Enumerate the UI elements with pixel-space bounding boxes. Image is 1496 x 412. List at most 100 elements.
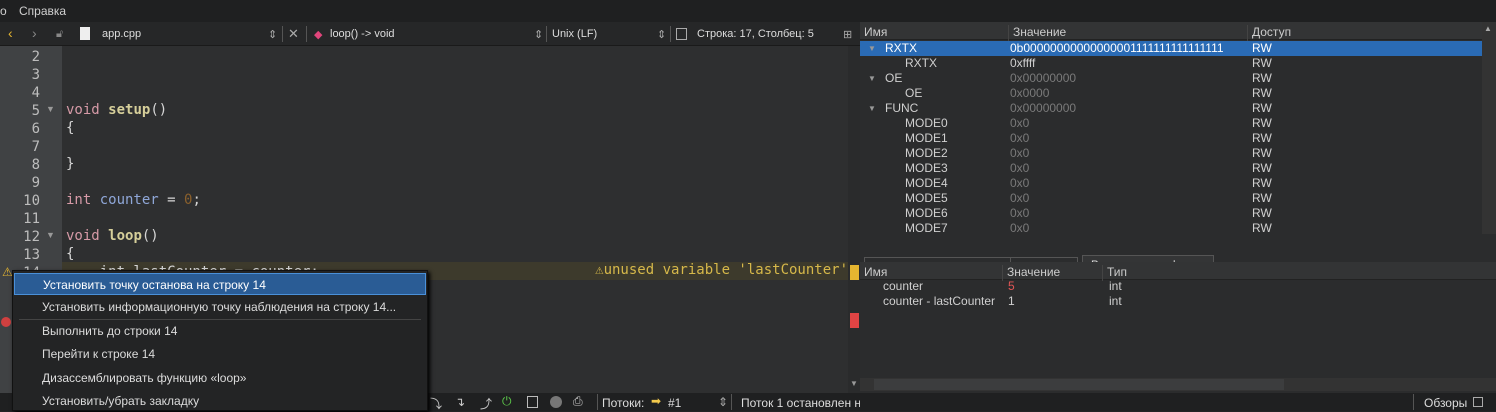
code-line-13: { [66,246,75,262]
function-icon: ◆ [314,29,323,41]
register-name: MODE3 [905,161,948,175]
views-button[interactable]: Обзоры [1424,396,1467,410]
updown-icon[interactable]: ⇕ [718,395,728,409]
line-number: 13 [23,247,40,263]
register-row[interactable]: MODE1 0x0 RW [860,131,1482,146]
updown-icon[interactable]: ⇕ [657,28,666,41]
register-value[interactable]: 0x0 [1010,221,1029,235]
warning-icon: ⚠ [595,262,604,278]
line-ending-selector[interactable]: Unix (LF) [552,28,597,40]
expand-icon[interactable]: ▼ [868,41,876,56]
restart-icon[interactable]: ⏻ [502,394,512,409]
expand-icon[interactable]: ▼ [868,71,876,86]
back-icon[interactable]: ‹ [8,25,13,41]
register-value[interactable]: 0x0 [1010,206,1029,221]
warning-text: unused variable 'lastCounter' [603,262,848,278]
registers-scrollbar[interactable]: ▲ [1482,22,1496,234]
register-name: RXTX [885,41,918,55]
register-access: RW [1252,206,1272,220]
register-row[interactable]: ▼ OE 0x00000000 RW [860,71,1482,86]
register-value[interactable]: 0x00000000 [1010,71,1076,86]
registers-header: Имя Значение Доступ [860,22,1482,41]
menu-item-disassemble[interactable]: Дизассемблировать функцию «loop» [14,367,426,389]
dropdown-icon[interactable] [1473,397,1483,407]
menu-item-set-tracepoint[interactable]: Установить информационную точку наблюден… [14,296,426,318]
register-name: MODE4 [905,176,948,190]
register-value[interactable]: 0x0 [1010,116,1029,131]
register-name: MODE2 [905,146,948,160]
snapshot-icon[interactable]: ⎙ [573,394,583,409]
register-value[interactable]: 0xffff [1010,56,1035,71]
cursor-position[interactable]: Строка: 17, Столбец: 5 [697,28,814,40]
register-value[interactable]: 0x0000 [1010,86,1049,101]
function-selector[interactable]: loop() -> void [330,28,395,40]
code-line-12: void loop() [66,228,159,244]
peripheral-registers-tree[interactable]: ▼ RXTX 0b00000000000000001111111111111111 R… [860,41,1482,235]
register-row[interactable]: MODE2 0x0 RW [860,146,1482,161]
editor-scrollbar[interactable]: ▼ [848,46,860,393]
line-number: 11 [23,211,40,227]
step-over-icon[interactable]: ⤵ [430,395,442,412]
menu-item-help[interactable]: Справка [19,4,66,18]
menu-item-jump-to-line[interactable]: Перейти к строке 14 [14,343,426,365]
register-row[interactable]: MODE5 0x0 RW [860,191,1482,206]
locals-row[interactable]: counter - lastCounter 1 int [860,294,1482,309]
register-row[interactable]: MODE7 0x0 RW [860,221,1482,235]
breakpoint-marker [850,313,859,328]
breakpoint-icon[interactable] [1,317,11,327]
fold-icon[interactable]: ▼ [46,104,55,114]
editor-toolbar: ‹ › 🔓︎ app.cpp ⇕ ✕ ◆ loop() -> void ⇕ Un… [0,22,860,46]
record-icon[interactable] [550,396,562,408]
column-header-access[interactable]: Доступ [1247,25,1291,41]
locals-horizontal-scrollbar[interactable] [860,378,1496,391]
fold-icon[interactable]: ▼ [46,230,55,240]
register-name: MODE6 [905,206,948,220]
scrollbar-thumb[interactable] [874,379,1284,390]
register-row[interactable]: RXTX 0xffff RW [860,56,1482,71]
register-value[interactable]: 0x00000000 [1010,101,1076,116]
register-value[interactable]: 0x0 [1010,131,1029,146]
close-icon[interactable]: ✕ [288,26,299,42]
updown-icon[interactable]: ⇕ [534,28,543,41]
register-row[interactable]: MODE6 0x0 RW [860,206,1482,221]
register-access: RW [1252,116,1272,130]
line-number: 3 [31,67,40,83]
register-value[interactable]: 0x0 [1010,161,1029,176]
file-icon [80,27,90,40]
operate-by-instruction-icon[interactable] [527,396,538,408]
line-number: 7 [31,139,40,155]
register-row[interactable]: MODE4 0x0 RW [860,176,1482,191]
register-value[interactable]: 0b00000000000000001111111111111111 [1010,41,1224,56]
register-row[interactable]: ▼ FUNC 0x00000000 RW [860,101,1482,116]
line-number: 9 [31,175,40,191]
menu-item-partial[interactable]: о [0,4,7,18]
register-row[interactable]: MODE3 0x0 RW [860,161,1482,176]
column-header-value[interactable]: Значение [1008,25,1066,41]
split-icon[interactable]: ⊞ [843,28,852,41]
code-line-10: int counter = 0; [66,192,201,208]
register-value[interactable]: 0x0 [1010,191,1029,206]
register-row[interactable]: OE 0x0000 RW [860,86,1482,101]
register-row[interactable]: MODE0 0x0 RW [860,116,1482,131]
menu-item-set-breakpoint[interactable]: Установить точку останова на строку 14 [14,273,426,295]
scroll-up-icon[interactable]: ▲ [1484,24,1492,33]
updown-icon[interactable]: ⇕ [268,28,277,41]
expand-icon[interactable]: ▼ [868,101,876,116]
step-into-icon[interactable]: ↴ [455,395,465,409]
outline-icon[interactable] [676,28,687,40]
locals-row[interactable]: counter 5 int [860,279,1482,294]
lock-icon[interactable]: 🔓︎ [56,28,63,41]
menu-item-toggle-bookmark[interactable]: Установить/убрать закладку [14,390,426,412]
forward-icon[interactable]: › [32,25,37,41]
line-number: 5 [31,103,40,119]
thread-selector[interactable]: #1 [668,396,681,410]
scroll-down-icon[interactable]: ▼ [850,379,858,388]
menu-item-run-to-line[interactable]: Выполнить до строки 14 [14,320,426,342]
column-header-name[interactable]: Имя [860,25,887,41]
step-out-icon[interactable]: ⤴ [480,395,492,412]
register-value[interactable]: 0x0 [1010,176,1029,191]
register-access: RW [1252,71,1272,85]
register-value[interactable]: 0x0 [1010,146,1029,161]
file-selector[interactable]: app.cpp [102,28,141,40]
register-row[interactable]: ▼ RXTX 0b00000000000000001111111111111111 R… [860,41,1482,56]
